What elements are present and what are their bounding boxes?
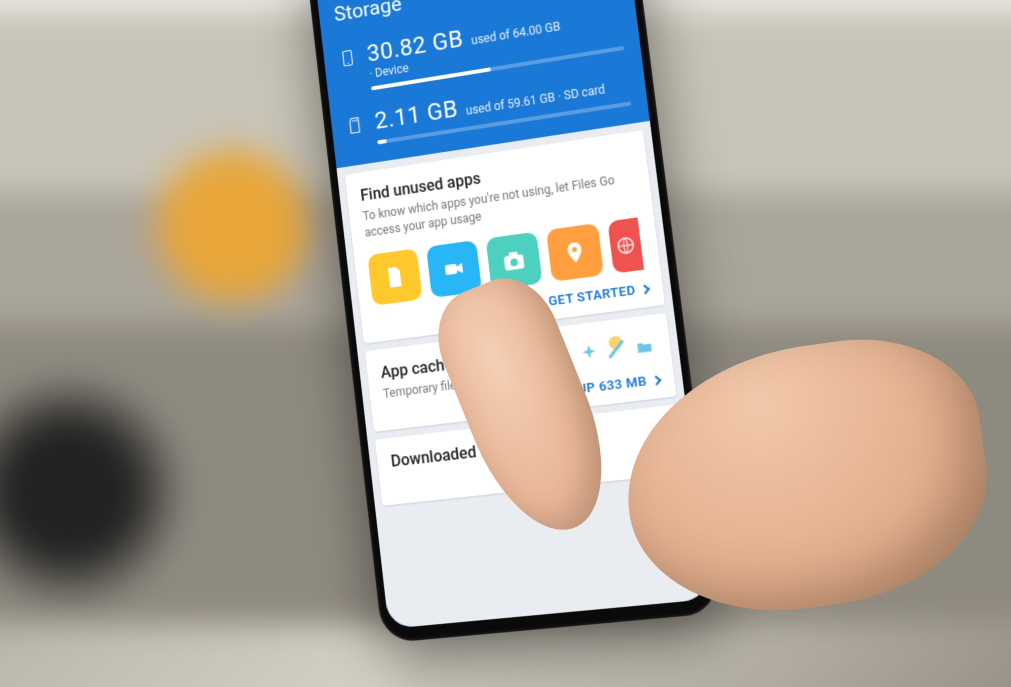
app-icon-camera[interactable] (485, 231, 542, 289)
sdcard-icon (345, 115, 364, 135)
get-started-label: GET STARTED (547, 283, 636, 309)
pin-icon (561, 238, 588, 265)
camera-icon (499, 246, 527, 275)
phone-frame: 37% 10:26 Storage 30.82 GB used of 64.00… (305, 0, 720, 643)
video-icon (440, 255, 466, 282)
globe-icon (614, 234, 637, 257)
unused-apps-card: Find unused apps To know which apps you'… (344, 130, 664, 343)
app-icon-globe[interactable] (607, 217, 644, 273)
file-icon (382, 263, 407, 290)
screen: 37% 10:26 Storage 30.82 GB used of 64.00… (314, 0, 710, 629)
folder-icon (632, 337, 656, 358)
downloaded-files-title: Downloaded files (389, 421, 667, 471)
sparkle-icon (578, 342, 600, 365)
app-icon-location[interactable] (546, 223, 604, 282)
cache-graphic (577, 329, 656, 365)
page-title: Storage (332, 0, 402, 27)
chevron-right-icon (651, 376, 661, 386)
chevron-right-icon (639, 284, 649, 294)
sdcard-used-value: 2.11 GB (373, 95, 459, 135)
app-icon-file[interactable] (367, 248, 422, 305)
brush-icon (601, 332, 630, 361)
phone-icon (338, 48, 357, 68)
app-icon-video[interactable] (425, 240, 481, 298)
